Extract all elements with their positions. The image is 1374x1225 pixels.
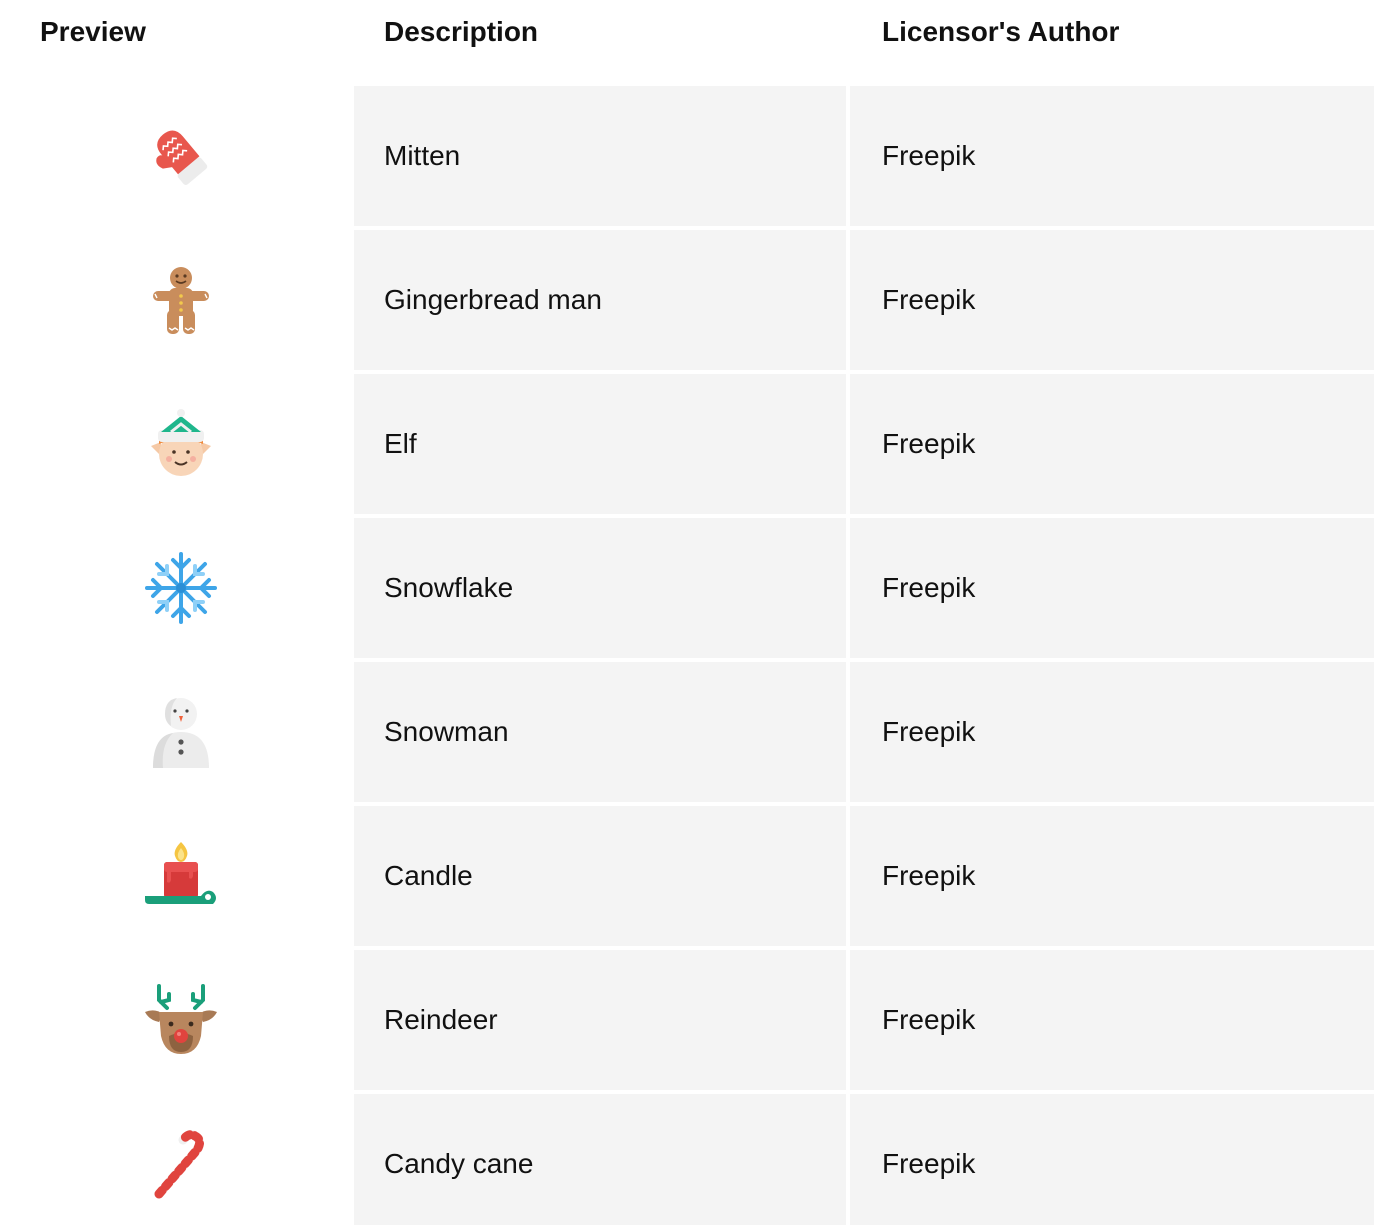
candy-cane-icon: [154, 1130, 205, 1199]
table-row: Gingerbread man Freepik: [0, 230, 1374, 370]
author-text: Freepik: [882, 860, 976, 891]
column-header-preview: Preview: [40, 16, 146, 47]
elf-icon: [151, 409, 211, 476]
author-text: Freepik: [882, 572, 976, 603]
description-cell: Elf: [354, 374, 846, 514]
table-row: Snowflake Freepik: [0, 518, 1374, 658]
author-text: Freepik: [882, 1004, 976, 1035]
description-text: Snowman: [384, 716, 509, 747]
description-cell: Candle: [354, 806, 846, 946]
table-body: Mitten Freepik Gingerbread man Freepik E…: [0, 86, 1374, 1225]
description-text: Gingerbread man: [384, 284, 602, 315]
description-cell: Snowflake: [354, 518, 846, 658]
author-cell: Freepik: [850, 806, 1374, 946]
description-cell: Reindeer: [354, 950, 846, 1090]
table-row: Elf Freepik: [0, 374, 1374, 514]
attribution-table: Preview Description Licensor's Author Mi…: [0, 0, 1374, 1225]
description-cell: Mitten: [354, 86, 846, 226]
table-row: Mitten Freepik: [0, 86, 1374, 226]
description-cell: Snowman: [354, 662, 846, 802]
table-row: Candy cane Freepik: [0, 1094, 1374, 1225]
snowman-icon: [153, 698, 209, 768]
description-cell: Gingerbread man: [354, 230, 846, 370]
author-text: Freepik: [882, 140, 976, 171]
author-text: Freepik: [882, 716, 976, 747]
author-cell: Freepik: [850, 1094, 1374, 1225]
snowflake-icon: [145, 552, 217, 624]
description-text: Elf: [384, 428, 417, 459]
table-row: Candle Freepik: [0, 806, 1374, 946]
description-text: Mitten: [384, 140, 461, 171]
mitten-icon: [156, 130, 208, 185]
table-row: Snowman Freepik: [0, 662, 1374, 802]
author-cell: Freepik: [850, 662, 1374, 802]
description-text: Candy cane: [384, 1148, 534, 1179]
author-text: Freepik: [882, 428, 976, 459]
description-text: Snowflake: [384, 572, 514, 603]
preview-cell: [0, 86, 354, 226]
description-text: Candle: [384, 860, 473, 891]
preview-cell: [0, 518, 354, 658]
preview-cell: [0, 374, 354, 514]
description-text: Reindeer: [384, 1004, 498, 1035]
gingerbread-man-icon: [153, 267, 209, 334]
preview-cell: [0, 662, 354, 802]
description-cell: Candy cane: [354, 1094, 846, 1225]
preview-cell: [0, 230, 354, 370]
reindeer-icon: [145, 984, 217, 1054]
candle-icon: [145, 842, 216, 904]
author-cell: Freepik: [850, 230, 1374, 370]
column-header-author: Licensor's Author: [882, 16, 1120, 47]
column-header-description: Description: [384, 16, 539, 47]
preview-cell: [0, 950, 354, 1090]
author-cell: Freepik: [850, 374, 1374, 514]
table-header: Preview Description Licensor's Author: [0, 0, 1374, 64]
author-text: Freepik: [882, 284, 976, 315]
preview-cell: [0, 1094, 354, 1225]
author-cell: Freepik: [850, 950, 1374, 1090]
author-cell: Freepik: [850, 86, 1374, 226]
author-text: Freepik: [882, 1148, 976, 1179]
author-cell: Freepik: [850, 518, 1374, 658]
preview-cell: [0, 806, 354, 946]
table-row: Reindeer Freepik: [0, 950, 1374, 1090]
